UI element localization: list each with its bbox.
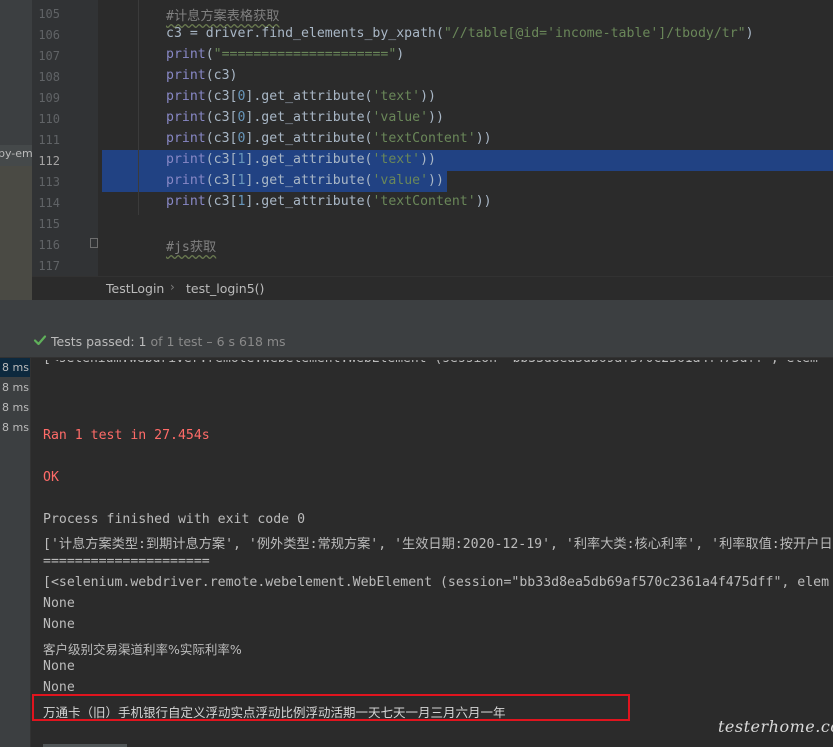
line-number: 110 <box>38 112 60 126</box>
test-duration[interactable]: 8 ms <box>2 361 29 374</box>
tests-passed-count: 1 <box>138 334 147 349</box>
project-panel-edge <box>0 0 32 145</box>
code-line[interactable]: #js获取 <box>166 236 216 255</box>
line-number: 115 <box>38 217 60 231</box>
test-tree[interactable] <box>0 358 31 747</box>
tests-passed-label: Tests passed: <box>51 334 135 349</box>
console-none-line: None <box>43 680 75 695</box>
test-duration[interactable]: 8 ms <box>2 381 29 394</box>
breadcrumb-class[interactable]: TestLogin <box>106 281 164 296</box>
code-line[interactable]: print(c3[0].get_attribute('textContent')… <box>166 131 492 146</box>
test-duration[interactable]: 8 ms <box>2 421 29 434</box>
console-clipped-line: [<selenium.webdriver.remote.webelement.W… <box>43 360 833 364</box>
console-elements-line: [<selenium.webdriver.remote.webelement.W… <box>43 575 830 590</box>
project-panel-lower <box>0 166 32 300</box>
tests-summary: of 1 test – 6 s 618 ms <box>150 334 286 349</box>
code-line[interactable]: print(c3[1].get_attribute('value')) <box>166 173 444 188</box>
code-line[interactable]: print("=====================") <box>166 47 404 62</box>
console-process-line: Process finished with exit code 0 <box>43 512 306 527</box>
console-list-line: ['计息方案类型:到期计息方案', '例外类型:常规方案', '生效日期:202… <box>43 537 833 552</box>
code-line[interactable]: c3 = driver.find_elements_by_xpath("//ta… <box>166 26 754 41</box>
line-number: 117 <box>38 259 60 273</box>
code-line[interactable]: print(c3) <box>166 68 237 83</box>
console-ok-line: OK <box>43 470 59 485</box>
console-none-line: None <box>43 596 75 611</box>
line-number: 113 <box>38 175 60 189</box>
code-line[interactable]: print(c3[1].get_attribute('text')) <box>166 152 436 167</box>
console-ran-line: Ran 1 test in 27.454s <box>43 428 210 443</box>
line-number: 105 <box>38 7 60 21</box>
highlight-annotation-box <box>32 694 630 721</box>
code-line[interactable]: print(c3[1].get_attribute('textContent')… <box>166 194 492 209</box>
line-number: 106 <box>38 28 60 42</box>
breadcrumb-separator: › <box>170 280 175 294</box>
project-file-tab[interactable]: py-em <box>0 145 32 166</box>
console-none-line: None <box>43 659 75 674</box>
test-status-text: Tests passed: 1 of 1 test – 6 s 618 ms <box>51 334 286 349</box>
line-number: 111 <box>38 133 60 147</box>
code-line[interactable]: print(c3[0].get_attribute('text')) <box>166 89 436 104</box>
code-line[interactable]: #计息方案表格获取 <box>166 5 279 24</box>
console-separator-line: ===================== <box>43 554 210 569</box>
tool-window-divider[interactable] <box>0 300 833 327</box>
line-number-current: 112 <box>38 154 60 168</box>
line-number: 108 <box>38 70 60 84</box>
console-header-row: 客户级别交易渠道利率%实际利率% <box>43 642 242 657</box>
watermark: testerhome.com <box>718 717 833 736</box>
line-number: 107 <box>38 49 60 63</box>
console-none-line: None <box>43 617 75 632</box>
project-file-tab-label: py-em <box>0 147 32 160</box>
test-duration[interactable]: 8 ms <box>2 401 29 414</box>
console-output[interactable] <box>31 358 833 747</box>
line-number: 114 <box>38 196 60 210</box>
check-icon <box>33 335 47 346</box>
console-clipped-text: [<selenium.webdriver.remote.webelement.W… <box>43 360 818 364</box>
breadcrumb-method[interactable]: test_login5() <box>186 281 264 296</box>
indent-guide <box>138 0 139 215</box>
line-number: 109 <box>38 91 60 105</box>
line-number: 116 <box>38 238 60 252</box>
code-line[interactable]: print(c3[0].get_attribute('value')) <box>166 110 444 125</box>
fold-icon[interactable] <box>90 238 98 248</box>
